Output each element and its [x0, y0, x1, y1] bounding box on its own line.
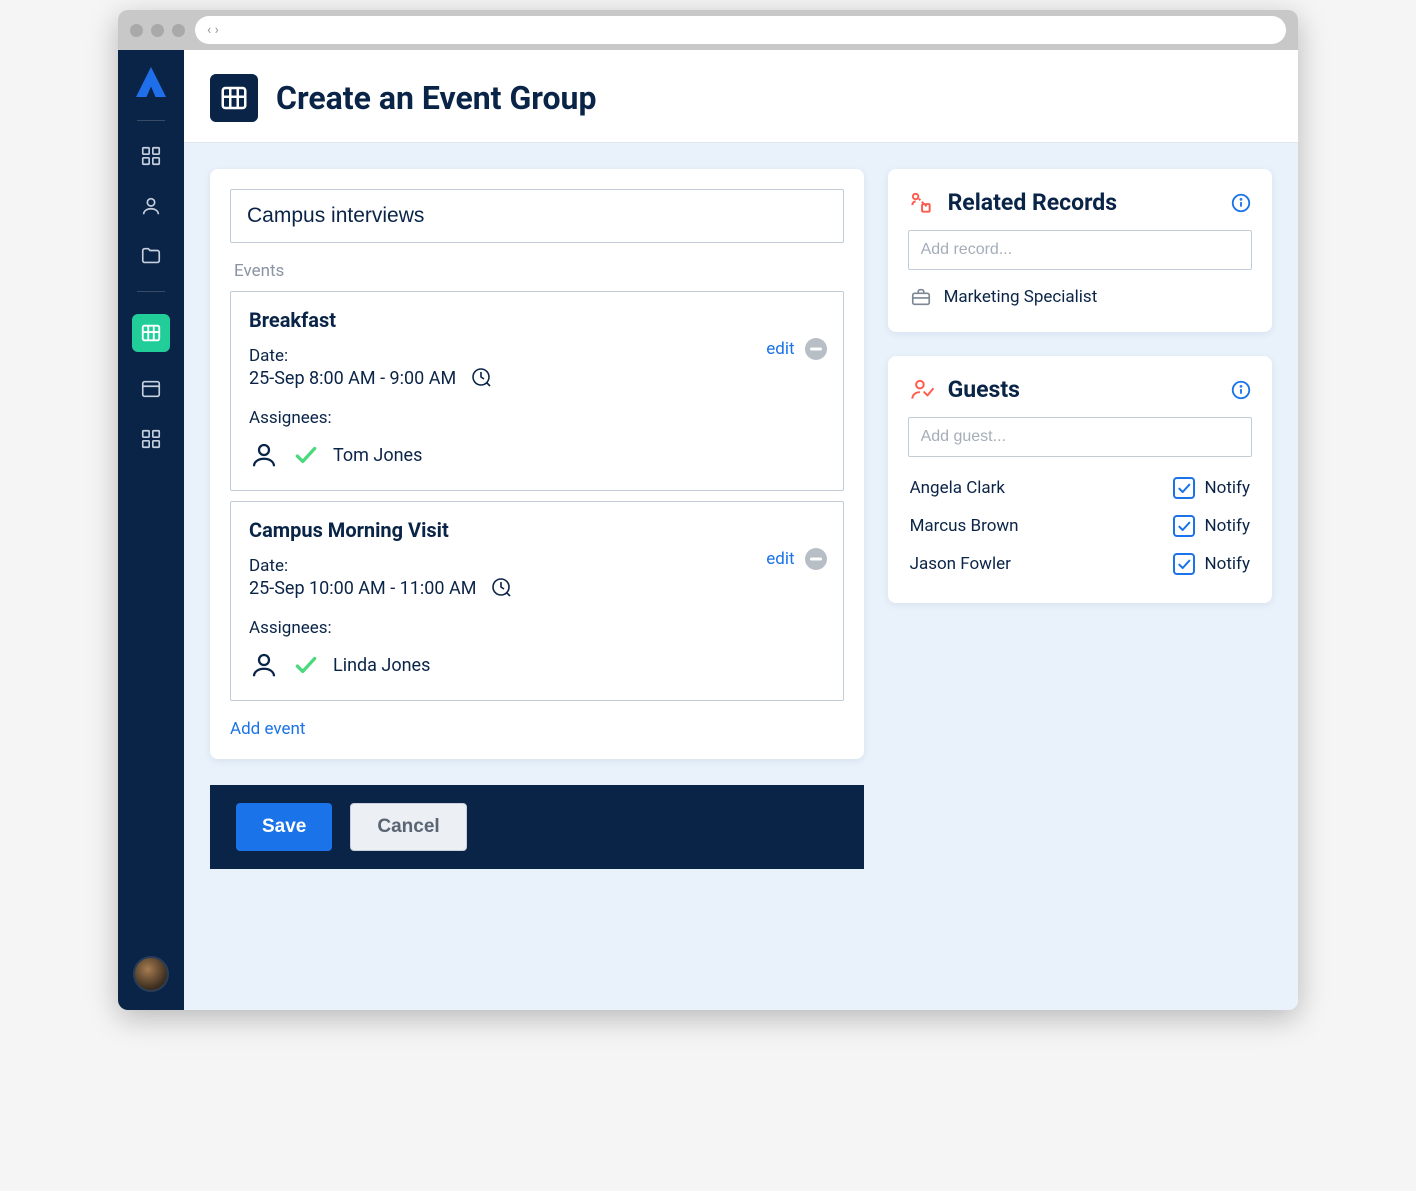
user-avatar[interactable] — [133, 956, 169, 992]
globe-clock-icon[interactable] — [490, 576, 514, 600]
person-icon — [249, 440, 279, 470]
guest-row: Jason Fowler Notify — [908, 545, 1252, 583]
action-bar: Save Cancel — [210, 785, 864, 869]
apps-icon[interactable] — [138, 426, 164, 452]
guest-row: Angela Clark Notify — [908, 469, 1252, 507]
event-title: Campus Morning Visit — [249, 518, 825, 542]
assignee-row: Linda Jones — [249, 650, 825, 680]
assignee-name: Linda Jones — [333, 655, 430, 676]
maximize-dot[interactable] — [172, 24, 185, 37]
notify-checkbox[interactable] — [1173, 515, 1195, 537]
notify-checkbox[interactable] — [1173, 553, 1195, 575]
guests-card: Guests Angela Clark Notify — [888, 356, 1272, 603]
globe-clock-icon[interactable] — [470, 366, 494, 390]
event-date: 25-Sep 10:00 AM - 11:00 AM — [249, 578, 476, 599]
group-name-input[interactable] — [230, 189, 844, 243]
record-label: Marketing Specialist — [944, 287, 1098, 307]
check-icon — [293, 442, 319, 468]
guests-title: Guests — [948, 376, 1216, 403]
main-area: Create an Event Group Events Breakfast D… — [184, 50, 1298, 1010]
assignees-label: Assignees: — [249, 408, 825, 428]
notify-label: Notify — [1205, 516, 1250, 536]
record-item[interactable]: Marketing Specialist — [908, 282, 1252, 312]
browser-window: ‹ › — [118, 10, 1298, 1010]
add-record-input[interactable] — [908, 230, 1252, 270]
notify-label: Notify — [1205, 554, 1250, 574]
events-section-label: Events — [234, 261, 844, 281]
remove-event-icon[interactable] — [805, 548, 827, 570]
divider — [137, 291, 165, 292]
page-header: Create an Event Group — [184, 50, 1298, 143]
notify-label: Notify — [1205, 478, 1250, 498]
remove-event-icon[interactable] — [805, 338, 827, 360]
assignees-label: Assignees: — [249, 618, 825, 638]
guest-name: Jason Fowler — [910, 554, 1011, 574]
event-title: Breakfast — [249, 308, 825, 332]
related-records-title: Related Records — [948, 189, 1216, 216]
assignee-name: Tom Jones — [333, 445, 422, 466]
info-icon[interactable] — [1230, 379, 1252, 401]
notify-checkbox[interactable] — [1173, 477, 1195, 499]
url-bar[interactable]: ‹ › — [195, 16, 1286, 44]
check-icon — [293, 652, 319, 678]
briefcase-icon — [910, 286, 932, 308]
folder-icon[interactable] — [138, 243, 164, 269]
app-logo-icon[interactable] — [133, 64, 169, 100]
person-icon — [249, 650, 279, 680]
calendar-grid-icon[interactable] — [132, 314, 170, 352]
info-icon[interactable] — [1230, 192, 1252, 214]
nav-arrows-icon: ‹ › — [207, 22, 219, 38]
add-guest-input[interactable] — [908, 417, 1252, 457]
sidebar — [118, 50, 184, 1010]
app-shell: Create an Event Group Events Breakfast D… — [118, 50, 1298, 1010]
dashboard-icon[interactable] — [138, 143, 164, 169]
event-date: 25-Sep 8:00 AM - 9:00 AM — [249, 368, 456, 389]
guest-name: Angela Clark — [910, 478, 1005, 498]
user-icon[interactable] — [138, 193, 164, 219]
calendar-grid-icon — [210, 74, 258, 122]
window-icon[interactable] — [138, 376, 164, 402]
event-date-label: Date: — [249, 556, 825, 576]
divider — [137, 120, 165, 121]
event-date-label: Date: — [249, 346, 825, 366]
guest-name: Marcus Brown — [910, 516, 1019, 536]
save-button[interactable]: Save — [236, 803, 332, 851]
content: Events Breakfast Date: 25-Sep 8:00 AM - … — [184, 143, 1298, 1010]
related-records-card: Related Records Marketing Specialist — [888, 169, 1272, 332]
minimize-dot[interactable] — [151, 24, 164, 37]
browser-toolbar: ‹ › — [118, 10, 1298, 50]
event-item: Breakfast Date: 25-Sep 8:00 AM - 9:00 AM… — [230, 291, 844, 491]
window-controls — [130, 24, 185, 37]
edit-link[interactable]: edit — [766, 549, 794, 569]
cancel-button[interactable]: Cancel — [350, 803, 466, 851]
edit-link[interactable]: edit — [766, 339, 794, 359]
guest-icon — [908, 377, 934, 403]
close-dot[interactable] — [130, 24, 143, 37]
related-records-icon — [908, 190, 934, 216]
guest-row: Marcus Brown Notify — [908, 507, 1252, 545]
assignee-row: Tom Jones — [249, 440, 825, 470]
event-item: Campus Morning Visit Date: 25-Sep 10:00 … — [230, 501, 844, 701]
events-card: Events Breakfast Date: 25-Sep 8:00 AM - … — [210, 169, 864, 759]
page-title: Create an Event Group — [276, 79, 596, 117]
add-event-link[interactable]: Add event — [230, 719, 305, 739]
